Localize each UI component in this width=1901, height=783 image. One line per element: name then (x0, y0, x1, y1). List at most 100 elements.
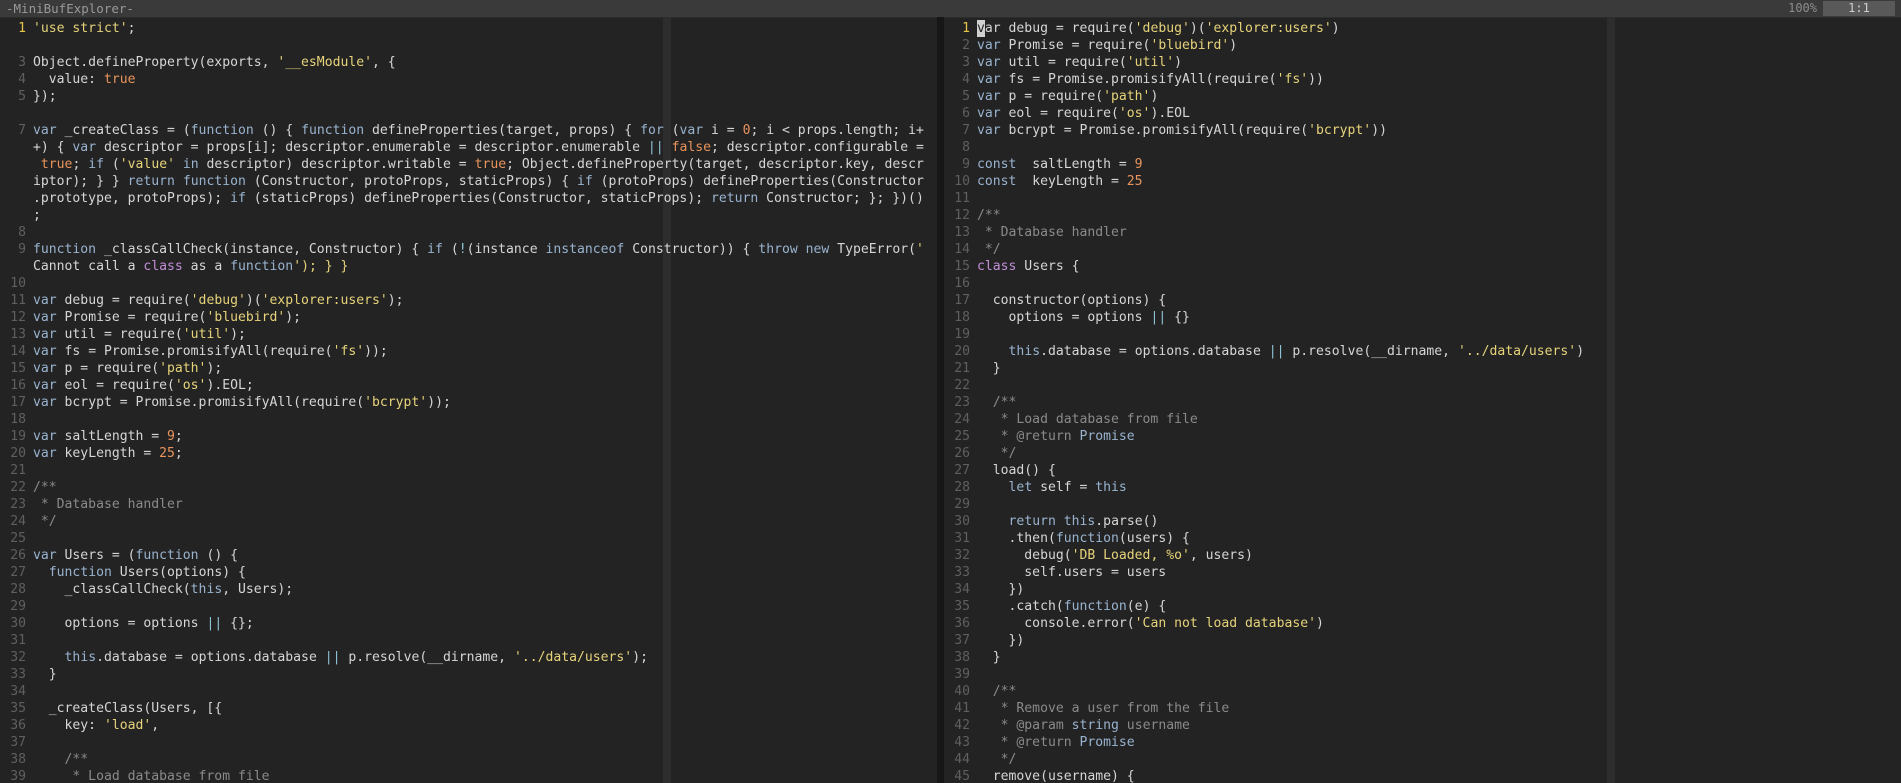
code-text[interactable]: 'use strict'; (33, 21, 136, 36)
right-code-line[interactable]: 34 }) (944, 581, 1024, 598)
code-text[interactable]: var eol = require('os').EOL; (33, 378, 254, 393)
left-code-line[interactable]: 13 var util = require('util'); (0, 326, 246, 343)
left-code-line[interactable]: 18 (0, 411, 33, 428)
right-code-line[interactable]: 4 var fs = Promise.promisifyAll(require('… (944, 71, 1324, 88)
code-text[interactable]: */ (977, 446, 1017, 461)
code-text[interactable]: * @return Promise (977, 429, 1135, 444)
left-code-line[interactable]: 27 function Users(options) { (0, 564, 246, 581)
code-text[interactable]: options = options || {}; (33, 616, 254, 631)
code-text[interactable]: self.users = users (977, 565, 1166, 580)
code-text[interactable]: }); (33, 89, 57, 104)
left-code-line[interactable]: 21 (0, 462, 33, 479)
right-code-line[interactable]: 1 var debug = require('debug')('explorer:… (944, 20, 1340, 37)
left-code-line[interactable]: 30 options = options || {}; (0, 615, 254, 632)
code-text[interactable]: remove(username) { (977, 769, 1135, 783)
left-code-line[interactable]: 31 (0, 632, 33, 649)
right-code-line[interactable]: 40 /** (944, 683, 1016, 700)
code-text[interactable]: iptor); } } return function (Constructor… (33, 174, 924, 189)
code-text[interactable]: this.database = options.database || p.re… (33, 650, 648, 665)
right-code-line[interactable]: 43 * @return Promise (944, 734, 1134, 751)
right-code-line[interactable]: 33 self.users = users (944, 564, 1166, 581)
code-text[interactable]: }) (977, 633, 1025, 648)
left-code-line[interactable]: 23 * Database handler (0, 496, 183, 513)
right-code-line[interactable]: 17 constructor(options) { (944, 292, 1166, 309)
left-code-line[interactable]: ; (0, 207, 41, 224)
code-text[interactable]: * Database handler (33, 497, 183, 512)
right-code-line[interactable]: 26 */ (944, 445, 1016, 462)
code-text[interactable]: var Promise = require('bluebird'); (33, 310, 301, 325)
code-text[interactable]: const keyLength = 25 (977, 174, 1143, 189)
left-code-line[interactable]: 22 /** (0, 479, 57, 496)
right-code-line[interactable]: 32 debug('DB Loaded, %o', users) (944, 547, 1253, 564)
left-code-line[interactable]: 24 */ (0, 513, 56, 530)
left-code-line[interactable]: 37 (0, 734, 33, 751)
code-text[interactable]: /** (977, 395, 1017, 410)
code-text[interactable]: var fs = Promise.promisifyAll(require('f… (33, 344, 388, 359)
right-code-line[interactable]: 28 let self = this (944, 479, 1127, 496)
left-code-line[interactable]: 16 var eol = require('os').EOL; (0, 377, 254, 394)
code-text[interactable]: } (977, 361, 1001, 376)
right-code-line[interactable]: 9 const saltLength = 9 (944, 156, 1143, 173)
code-text[interactable]: * Remove a user from the file (977, 701, 1230, 716)
right-code-line[interactable]: 35 .catch(function(e) { (944, 598, 1166, 615)
right-code-line[interactable]: 30 return this.parse() (944, 513, 1158, 530)
code-text[interactable]: }) (977, 582, 1025, 597)
left-code-line[interactable]: 38 /** (0, 751, 88, 768)
left-code-line[interactable] (0, 105, 33, 122)
right-code-line[interactable]: 45 remove(username) { (944, 768, 1135, 783)
code-text[interactable]: var saltLength = 9; (33, 429, 183, 444)
code-text[interactable]: var util = require('util') (977, 55, 1182, 70)
left-code-line[interactable]: 25 (0, 530, 33, 547)
right-code-line[interactable]: 18 options = options || {} (944, 309, 1190, 326)
left-code-line[interactable]: 17 var bcrypt = Promise.promisifyAll(requ… (0, 394, 451, 411)
code-text[interactable]: /** (977, 208, 1001, 223)
right-code-line[interactable]: 5 var p = require('path') (944, 88, 1158, 105)
code-text[interactable]: var fs = Promise.promisifyAll(require('f… (977, 72, 1324, 87)
code-text[interactable]: var util = require('util'); (33, 327, 246, 342)
code-text[interactable]: var p = require('path') (977, 89, 1158, 104)
code-text[interactable]: */ (977, 752, 1017, 767)
minibuf-explorer-bar[interactable]: -MiniBufExplorer- 100% 1:1 (0, 0, 1901, 18)
code-text[interactable]: /** (33, 480, 57, 495)
right-code-line[interactable]: 20 this.database = options.database || p… (944, 343, 1584, 360)
right-code-line[interactable]: 11 (944, 190, 977, 207)
left-code-line[interactable]: .prototype, protoProps); if (staticProps… (0, 190, 924, 207)
left-code-line[interactable]: 15 var p = require('path'); (0, 360, 222, 377)
right-code-line[interactable]: 10 const keyLength = 25 (944, 173, 1143, 190)
code-text[interactable]: constructor(options) { (977, 293, 1166, 308)
right-code-line[interactable]: 21 } (944, 360, 1001, 377)
right-code-line[interactable]: 44 */ (944, 751, 1016, 768)
right-code-line[interactable]: 2 var Promise = require('bluebird') (944, 37, 1237, 54)
code-text[interactable]: const saltLength = 9 (977, 157, 1143, 172)
code-text[interactable]: key: 'load', (33, 718, 160, 733)
left-code-line[interactable]: +) { var descriptor = props[i]; descript… (0, 139, 924, 156)
left-code-line[interactable]: 39 * Load database from file (0, 768, 269, 783)
left-code-line[interactable]: 36 key: 'load', (0, 717, 159, 734)
left-code-line[interactable]: 8 (0, 224, 33, 241)
code-text[interactable]: var bcrypt = Promise.promisifyAll(requir… (33, 395, 451, 410)
left-code-line[interactable]: 7 var _createClass = (function () { funct… (0, 122, 924, 139)
left-code-line[interactable]: iptor); } } return function (Constructor… (0, 173, 924, 190)
code-text[interactable]: function _classCallCheck(instance, Const… (33, 242, 924, 257)
code-text[interactable]: +) { var descriptor = props[i]; descript… (33, 140, 924, 155)
right-code-line[interactable]: 23 /** (944, 394, 1016, 411)
code-text[interactable]: * Load database from file (977, 412, 1198, 427)
right-editor-pane[interactable]: 1 var debug = require('debug')('explorer:… (944, 17, 1901, 783)
code-text[interactable]: var Promise = require('bluebird') (977, 38, 1237, 53)
right-code-line[interactable]: 15 class Users { (944, 258, 1079, 275)
code-text[interactable]: value: true (33, 72, 136, 87)
left-code-line[interactable]: 28 _classCallCheck(this, Users); (0, 581, 293, 598)
right-code-line[interactable]: 39 (944, 666, 977, 683)
code-text[interactable]: var debug = require('debug')('explorer:u… (33, 293, 404, 308)
code-text[interactable]: _classCallCheck(this, Users); (33, 582, 294, 597)
code-text[interactable]: debug('DB Loaded, %o', users) (977, 548, 1253, 563)
code-text[interactable]: load() { (977, 463, 1056, 478)
left-code-line[interactable]: Cannot call a class as a function'); } } (0, 258, 348, 275)
left-code-line[interactable]: 20 var keyLength = 25; (0, 445, 183, 462)
code-text[interactable]: var eol = require('os').EOL (977, 106, 1190, 121)
left-code-line[interactable]: 29 (0, 598, 33, 615)
left-code-line[interactable]: 12 var Promise = require('bluebird'); (0, 309, 301, 326)
left-code-line[interactable]: true; if ('value' in descriptor) descrip… (0, 156, 924, 173)
right-code-line[interactable]: 42 * @param string username (944, 717, 1190, 734)
code-text[interactable]: /** (33, 752, 89, 767)
